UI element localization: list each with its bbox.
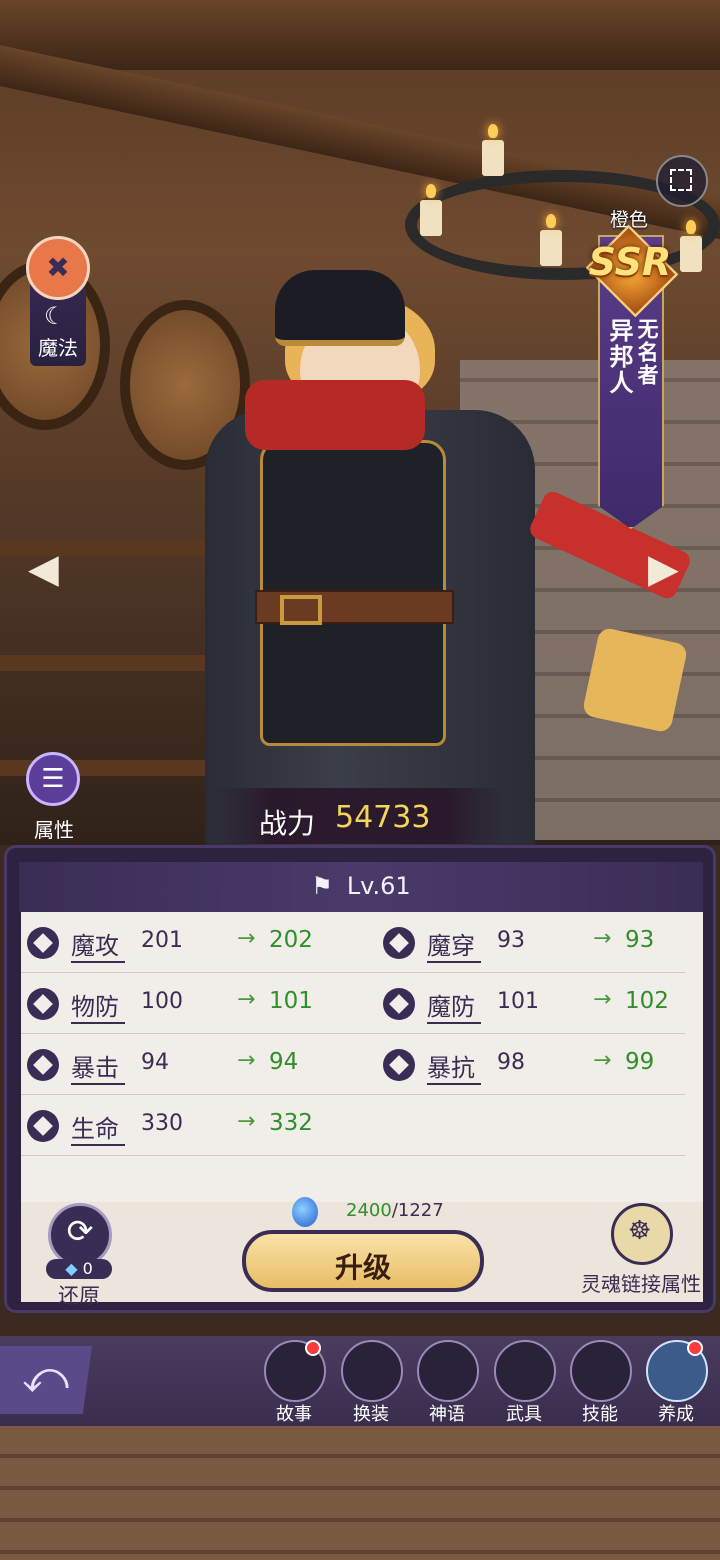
soul-link-button[interactable]: ☸ xyxy=(611,1203,673,1265)
stat-row: 暴抗 98 → 99 xyxy=(377,1034,717,1095)
flame-icon xyxy=(570,1340,632,1402)
stats-list: 魔攻 201 → 202 魔穿 93 → 93 物防 100 → 101 魔防 … xyxy=(21,912,703,1202)
stat-next: 102 xyxy=(625,988,669,1014)
back-button[interactable] xyxy=(0,1346,92,1414)
star-icon xyxy=(417,1340,479,1402)
level-text: Lv.61 xyxy=(346,872,411,900)
level-header: ⚑ Lv.61 xyxy=(19,862,703,912)
critical-resist-icon xyxy=(383,1049,415,1081)
wave-icon: ☾ xyxy=(44,302,66,330)
stat-row: 暴击 94 → 94 xyxy=(21,1034,361,1095)
stat-current: 94 xyxy=(141,1050,169,1075)
stat-name[interactable]: 魔攻 xyxy=(71,926,125,963)
stat-row: 魔穿 93 → 93 xyxy=(377,912,717,973)
chevron-left-icon: ◀ xyxy=(28,546,59,592)
stat-current: 98 xyxy=(497,1050,525,1075)
nav-skills[interactable]: 技能 xyxy=(565,1340,635,1425)
stat-name[interactable]: 生命 xyxy=(71,1109,125,1146)
upgrade-label: 升级 xyxy=(334,1251,391,1284)
rarity-text: SSR xyxy=(588,240,672,284)
class-badge[interactable]: ✖ ☾ 魔法 xyxy=(26,236,90,366)
outfit-icon xyxy=(341,1340,403,1402)
fullscreen-button[interactable] xyxy=(656,155,708,207)
stat-next: 202 xyxy=(269,927,313,953)
next-character-button[interactable]: ▶ xyxy=(648,546,690,592)
stat-current: 201 xyxy=(141,928,183,953)
reset-button[interactable] xyxy=(48,1203,112,1267)
critical-icon xyxy=(27,1049,59,1081)
stat-name[interactable]: 暴抗 xyxy=(427,1048,481,1085)
floor-background xyxy=(0,1426,720,1560)
reset-label: 还原 xyxy=(58,1284,100,1308)
stat-name[interactable]: 魔穿 xyxy=(427,926,481,963)
potion-icon xyxy=(292,1197,318,1227)
soul-link-label: 灵魂链接属性 xyxy=(581,1272,701,1296)
magic-attack-icon xyxy=(27,927,59,959)
stat-next: 99 xyxy=(625,1049,655,1075)
prev-character-button[interactable]: ◀ xyxy=(28,546,70,592)
arrow-right-icon: → xyxy=(237,1048,256,1073)
magic-penetration-icon xyxy=(383,927,415,959)
arrow-right-icon: → xyxy=(593,987,612,1012)
nav-story[interactable]: 故事 xyxy=(259,1340,329,1425)
character-illustration[interactable] xyxy=(185,240,694,845)
stat-name[interactable]: 物防 xyxy=(71,987,125,1024)
stat-next: 93 xyxy=(625,927,655,953)
stat-name[interactable]: 魔防 xyxy=(427,987,481,1024)
stat-current: 93 xyxy=(497,928,525,953)
class-label: 魔法 xyxy=(38,336,78,360)
arrow-right-icon: → xyxy=(237,987,256,1012)
list-icon: ☰ xyxy=(26,752,80,806)
weapon-icon xyxy=(494,1340,556,1402)
arrow-right-icon: → xyxy=(593,1048,612,1073)
stat-next: 94 xyxy=(269,1049,299,1075)
arrow-right-icon: → xyxy=(237,1109,256,1134)
stat-current: 330 xyxy=(141,1111,183,1136)
attributes-button[interactable]: ☰ 属性 xyxy=(22,748,86,842)
stat-name[interactable]: 暴击 xyxy=(71,1048,125,1085)
arrow-right-icon: → xyxy=(237,926,256,951)
arrow-right-icon: → xyxy=(593,926,612,951)
magic-class-icon: ✖ xyxy=(26,236,90,300)
stat-next: 101 xyxy=(269,988,313,1014)
soul-link-icon: ☸ xyxy=(628,1216,652,1246)
stat-current: 100 xyxy=(141,989,183,1014)
flag-icon: ⚑ xyxy=(311,872,333,900)
upgrade-button[interactable]: 升级 xyxy=(242,1230,484,1292)
stat-row: 魔防 101 → 102 xyxy=(377,973,717,1034)
power-value: 54733 xyxy=(335,800,431,835)
nav-divine-words[interactable]: 神语 xyxy=(412,1340,482,1425)
physical-defense-icon xyxy=(27,988,59,1020)
stat-row: 魔攻 201 → 202 xyxy=(21,912,361,973)
chevron-right-icon: ▶ xyxy=(648,546,679,592)
attributes-label: 属性 xyxy=(34,818,74,842)
stat-next: 332 xyxy=(269,1110,313,1136)
magic-defense-icon xyxy=(383,988,415,1020)
health-heart-icon xyxy=(27,1110,59,1142)
upgrade-cost: 2400/1227 xyxy=(346,1200,444,1221)
notification-dot xyxy=(687,1340,703,1356)
expand-icon xyxy=(670,169,692,191)
cost-need: /1227 xyxy=(391,1200,444,1221)
stat-row: 生命 330 → 332 xyxy=(21,1095,361,1156)
character-name: 异邦人 xyxy=(605,318,634,396)
gem-icon: ◆ xyxy=(65,1259,78,1278)
nav-weapon[interactable]: 武具 xyxy=(489,1340,559,1425)
reset-counter: ◆ 0 xyxy=(46,1259,112,1279)
cost-have: 2400 xyxy=(346,1200,392,1221)
nav-outfit[interactable]: 换装 xyxy=(336,1340,406,1425)
notification-dot xyxy=(305,1340,321,1356)
combat-power: 战力 54733 xyxy=(215,788,505,844)
stat-row: 物防 100 → 101 xyxy=(21,973,361,1034)
power-label: 战力 xyxy=(259,807,316,840)
stat-current: 101 xyxy=(497,989,539,1014)
nav-development[interactable]: 养成 xyxy=(641,1340,711,1425)
